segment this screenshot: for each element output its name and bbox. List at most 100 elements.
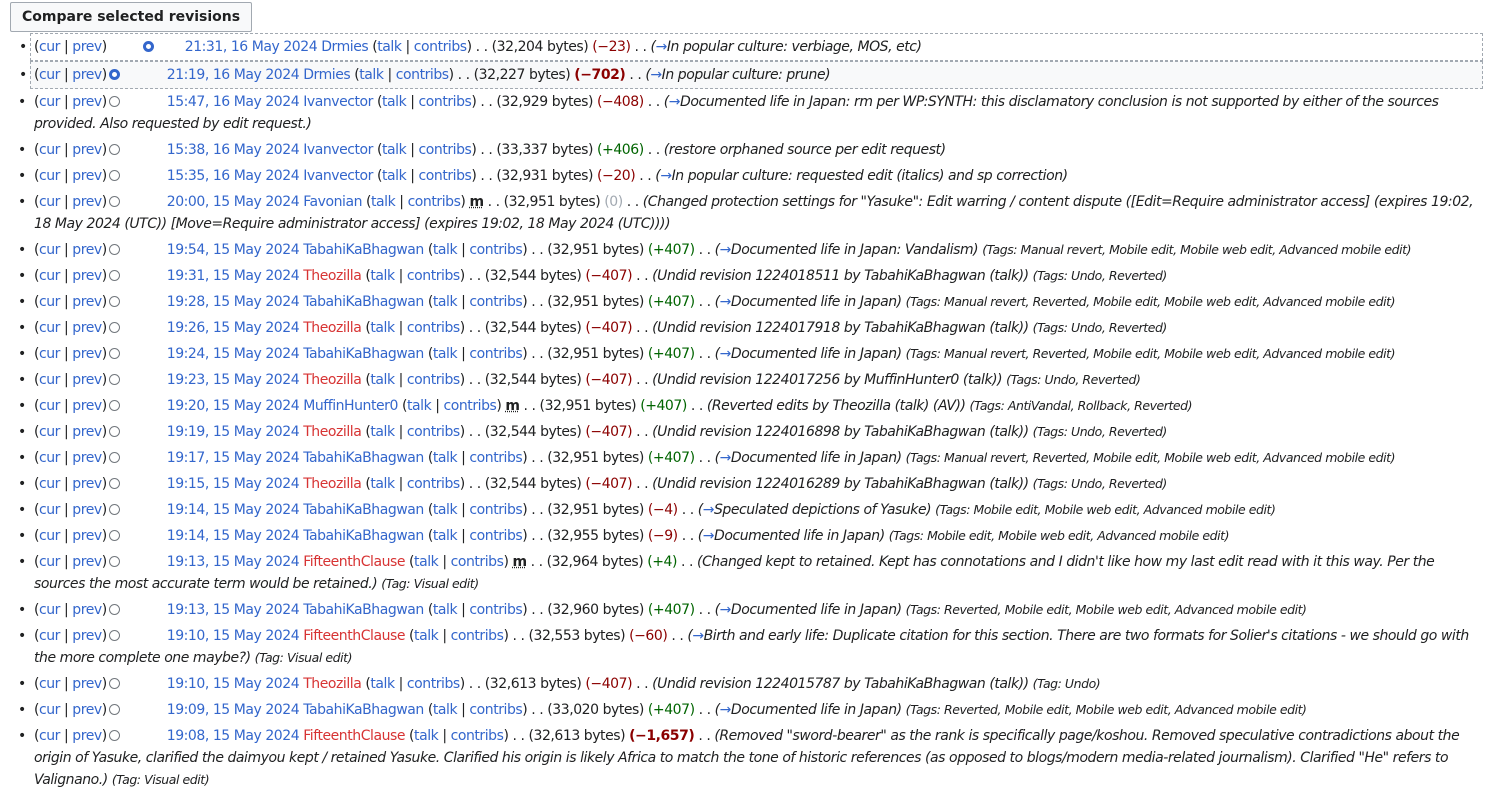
old-revision-radio[interactable] [108,630,120,641]
section-link[interactable]: → [692,628,704,644]
user-talk-link[interactable]: talk [370,320,395,336]
revision-date-link[interactable]: 15:47, 16 May 2024 [167,94,300,110]
user-link[interactable]: Ivanvector [303,142,373,158]
user-link[interactable]: Drmies [321,39,368,55]
user-link[interactable]: MuffinHunter0 [303,398,398,414]
old-revision-radio[interactable] [108,244,120,255]
user-talk-link[interactable]: talk [370,372,395,388]
user-link[interactable]: Favonian [303,194,362,210]
prev-link[interactable]: prev [72,676,102,692]
revision-date-link[interactable]: 19:14, 15 May 2024 [167,528,300,544]
cur-link[interactable]: cur [39,39,60,55]
prev-link[interactable]: prev [72,372,102,388]
old-revision-radio[interactable] [108,426,120,437]
section-link[interactable]: → [720,702,732,718]
old-revision-radio[interactable] [108,704,120,715]
user-contribs-link[interactable]: contribs [451,728,504,744]
user-link[interactable]: TabahiKaBhagwan [303,450,424,466]
revision-date-link[interactable]: 19:23, 15 May 2024 [167,372,300,388]
user-talk-link[interactable]: talk [370,268,395,284]
prev-link[interactable]: prev [72,602,102,618]
old-revision-radio[interactable] [108,348,120,359]
user-talk-link[interactable]: talk [370,424,395,440]
prev-link[interactable]: prev [72,502,102,518]
cur-link[interactable]: cur [39,476,60,492]
revision-date-link[interactable]: 19:15, 15 May 2024 [167,476,300,492]
user-contribs-link[interactable]: contribs [419,142,472,158]
section-link[interactable]: → [669,94,681,110]
old-revision-radio[interactable] [108,678,120,689]
user-contribs-link[interactable]: contribs [469,528,522,544]
user-link[interactable]: FifteenthClause [303,728,405,744]
old-revision-radio[interactable] [108,69,120,80]
user-contribs-link[interactable]: contribs [469,450,522,466]
revision-date-link[interactable]: 19:09, 15 May 2024 [167,702,300,718]
user-contribs-link[interactable]: contribs [407,424,460,440]
user-link[interactable]: TabahiKaBhagwan [303,702,424,718]
user-link[interactable]: Theozilla [303,424,362,440]
cur-link[interactable]: cur [39,728,60,744]
user-talk-link[interactable]: talk [433,528,458,544]
revision-date-link[interactable]: 19:14, 15 May 2024 [167,502,300,518]
old-revision-radio[interactable] [108,452,120,463]
user-contribs-link[interactable]: contribs [469,602,522,618]
old-revision-radio[interactable] [108,730,120,741]
user-link[interactable]: Ivanvector [303,94,373,110]
cur-link[interactable]: cur [39,346,60,362]
user-link[interactable]: TabahiKaBhagwan [303,346,424,362]
cur-link[interactable]: cur [39,194,60,210]
user-contribs-link[interactable]: contribs [407,476,460,492]
prev-link[interactable]: prev [72,476,102,492]
user-contribs-link[interactable]: contribs [469,294,522,310]
prev-link[interactable]: prev [72,67,102,83]
cur-link[interactable]: cur [39,628,60,644]
cur-link[interactable]: cur [39,168,60,184]
prev-link[interactable]: prev [72,242,102,258]
revision-date-link[interactable]: 19:28, 15 May 2024 [167,294,300,310]
user-talk-link[interactable]: talk [377,39,402,55]
section-link[interactable]: → [720,242,732,258]
user-contribs-link[interactable]: contribs [407,372,460,388]
revision-date-link[interactable]: 21:19, 16 May 2024 [167,67,300,83]
prev-link[interactable]: prev [72,268,102,284]
user-link[interactable]: TabahiKaBhagwan [303,502,424,518]
user-talk-link[interactable]: talk [433,346,458,362]
section-link[interactable]: → [720,450,732,466]
prev-link[interactable]: prev [72,424,102,440]
user-talk-link[interactable]: talk [371,194,396,210]
prev-link[interactable]: prev [72,94,102,110]
old-revision-radio[interactable] [108,556,120,567]
prev-link[interactable]: prev [72,142,102,158]
user-contribs-link[interactable]: contribs [407,268,460,284]
prev-link[interactable]: prev [72,728,102,744]
user-talk-link[interactable]: talk [433,242,458,258]
prev-link[interactable]: prev [72,554,102,570]
cur-link[interactable]: cur [39,67,60,83]
cur-link[interactable]: cur [39,268,60,284]
user-link[interactable]: TabahiKaBhagwan [303,528,424,544]
user-contribs-link[interactable]: contribs [407,320,460,336]
section-link[interactable]: → [720,346,732,362]
user-talk-link[interactable]: talk [370,676,395,692]
revision-date-link[interactable]: 19:19, 15 May 2024 [167,424,300,440]
section-link[interactable]: → [720,294,732,310]
user-talk-link[interactable]: talk [359,67,384,83]
user-contribs-link[interactable]: contribs [419,168,472,184]
prev-link[interactable]: prev [72,528,102,544]
cur-link[interactable]: cur [39,94,60,110]
revision-date-link[interactable]: 19:08, 15 May 2024 [167,728,300,744]
old-revision-radio[interactable] [108,604,120,615]
cur-link[interactable]: cur [39,554,60,570]
revision-date-link[interactable]: 19:26, 15 May 2024 [167,320,300,336]
prev-link[interactable]: prev [72,628,102,644]
section-link[interactable]: → [703,528,715,544]
section-link[interactable]: → [660,168,672,184]
revision-date-link[interactable]: 20:00, 15 May 2024 [167,194,300,210]
prev-link[interactable]: prev [72,194,102,210]
user-contribs-link[interactable]: contribs [469,502,522,518]
user-contribs-link[interactable]: contribs [451,554,504,570]
user-contribs-link[interactable]: contribs [469,346,522,362]
user-talk-link[interactable]: talk [433,602,458,618]
cur-link[interactable]: cur [39,528,60,544]
revision-date-link[interactable]: 19:13, 15 May 2024 [167,554,300,570]
